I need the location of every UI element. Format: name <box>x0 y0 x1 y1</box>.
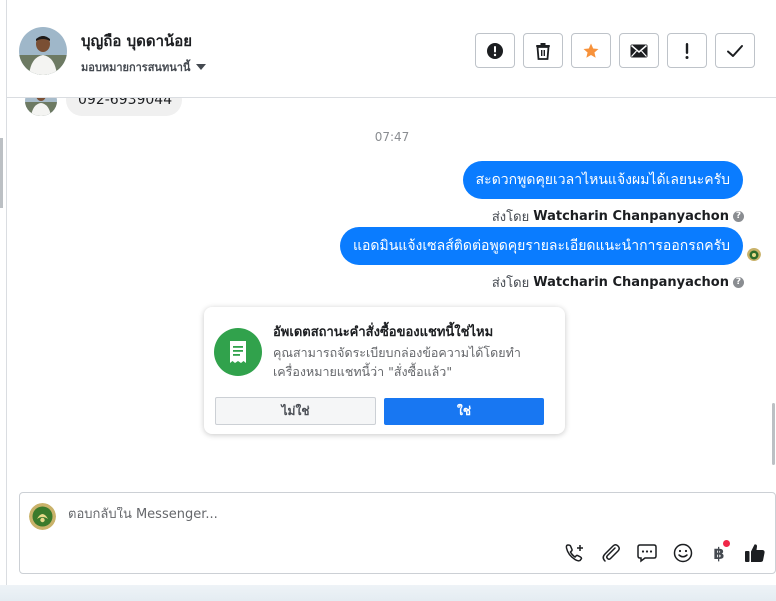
contact-avatar[interactable] <box>19 27 67 75</box>
outgoing-message-bubble: สะดวกพูดคุยเวลาไหนแจ้งผมได้เลยนะครับ <box>462 161 743 199</box>
message-thread[interactable]: 092-6939044 07:47 สะดวกพูดคุยเวลาไหนแจ้ง… <box>7 98 776 470</box>
scrollbar-thumb[interactable] <box>772 403 775 465</box>
outgoing-message-bubble: แอดมินแจ้งเซลส์ติดต่อพูดคุยรายละเอียดแนะ… <box>339 227 743 265</box>
sent-by-label: ส่งโดย Watcharin Chanpanyachon ? <box>492 206 744 227</box>
sent-by-label: ส่งโดย Watcharin Chanpanyachon ? <box>492 272 744 293</box>
conversation-header: บุญถือ บุดดาน้อย มอบหมายการสนทนานี้ <box>7 0 776 98</box>
prompt-body: คุณสามารถจัดระเบียบกล่องข้อความได้โดยทำเ… <box>273 345 521 379</box>
assign-conversation-dropdown[interactable]: มอบหมายการสนทนานี้ <box>81 58 207 76</box>
thumbs-up-icon <box>745 544 765 562</box>
message-timestamp: 07:47 <box>374 130 410 144</box>
phone-plus-icon <box>565 544 583 562</box>
no-button[interactable]: ไม่ใช่ <box>215 397 376 425</box>
star-button[interactable] <box>571 33 611 68</box>
delete-button[interactable] <box>523 33 563 68</box>
caret-down-icon <box>196 64 207 70</box>
paperclip-icon <box>602 544 620 562</box>
composer-tools: ฿ <box>563 540 767 565</box>
incoming-message-bubble: 092-6939044 <box>66 98 182 116</box>
receipt-icon <box>214 328 262 376</box>
sender-avatar <box>25 98 57 116</box>
conversation-panel: บุญถือ บุดดาน้อย มอบหมายการสนทนานี้ 092-… <box>6 0 776 585</box>
chat-bubble-icon <box>637 544 657 563</box>
baht-icon: ฿ <box>713 543 725 563</box>
order-status-prompt: อัพเดตสถานะคำสั่งซื้อของแชทนี้ใช่ไหม คุณ… <box>204 307 565 434</box>
header-actions <box>475 33 755 68</box>
spam-button[interactable] <box>475 33 515 68</box>
envelope-icon <box>630 44 648 57</box>
contact-name[interactable]: บุญถือ บุดดาน้อย <box>81 29 192 53</box>
sent-by-prefix: ส่งโดย <box>491 210 530 225</box>
star-icon <box>583 43 599 58</box>
page-avatar <box>29 503 56 530</box>
follow-up-button[interactable] <box>667 33 707 68</box>
edge-marker <box>0 138 3 208</box>
attach-button[interactable] <box>599 541 623 565</box>
assign-label: มอบหมายการสนทนานี้ <box>81 61 191 74</box>
mark-unread-button[interactable] <box>619 33 659 68</box>
sent-by-prefix: ส่งโดย <box>491 276 530 291</box>
trash-icon <box>536 42 550 60</box>
help-icon[interactable]: ? <box>733 277 744 288</box>
payment-button[interactable]: ฿ <box>707 540 731 565</box>
thread-scrollbar[interactable] <box>772 98 776 470</box>
reply-input[interactable] <box>68 507 548 522</box>
sent-by-name: Watcharin Chanpanyachon <box>533 275 729 290</box>
saved-replies-button[interactable] <box>635 541 659 565</box>
exclamation-circle-icon <box>487 42 503 59</box>
window-bottom-strip <box>0 585 776 601</box>
like-button[interactable] <box>743 541 767 565</box>
notification-dot <box>723 540 730 547</box>
check-icon <box>727 44 743 57</box>
prompt-title: อัพเดตสถานะคำสั่งซื้อของแชทนี้ใช่ไหม <box>273 325 494 340</box>
mark-done-button[interactable] <box>715 33 755 68</box>
yes-button[interactable]: ใช่ <box>384 398 544 425</box>
emoji-button[interactable] <box>671 541 695 565</box>
seen-avatar-icon <box>747 247 761 261</box>
smiley-icon <box>673 543 693 563</box>
sent-by-name: Watcharin Chanpanyachon <box>533 209 729 224</box>
reply-composer: ฿ <box>19 492 776 574</box>
call-button[interactable] <box>563 541 587 565</box>
help-icon[interactable]: ? <box>733 211 744 222</box>
exclamation-icon <box>685 42 689 59</box>
